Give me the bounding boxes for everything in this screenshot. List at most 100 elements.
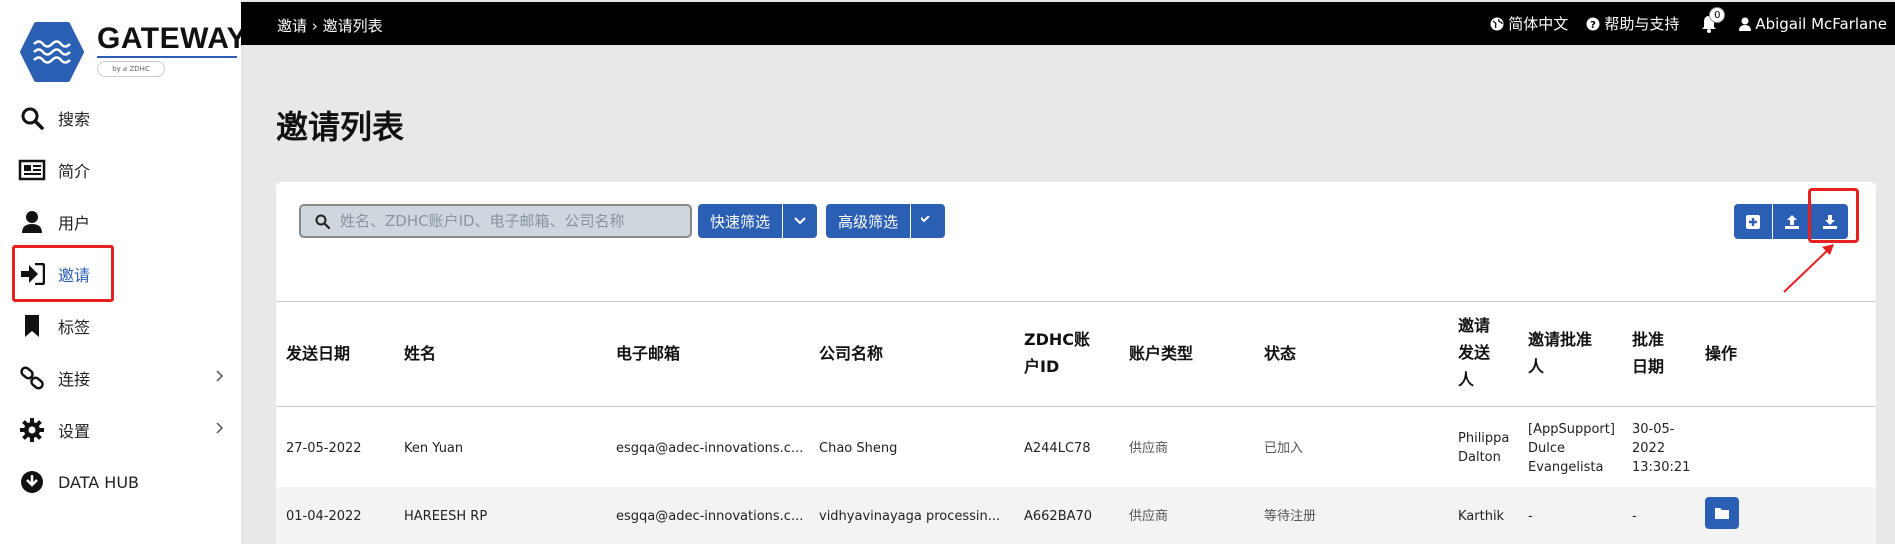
search-input[interactable]	[340, 212, 670, 230]
highlight-box-download	[1808, 188, 1859, 243]
quick-filter-button[interactable]: 快速筛选	[698, 204, 783, 238]
sidebar-item-label: 设置	[58, 422, 91, 441]
sidebar-item-tags[interactable]: 标签	[0, 300, 241, 352]
cell-account-type: 供应商	[1129, 441, 1169, 456]
header-status[interactable]: 状态	[1264, 340, 1296, 367]
quick-filter-toggle[interactable]	[782, 204, 818, 238]
gateway-logo[interactable]: GATEWAY by ⌀ ZDHC	[20, 20, 247, 82]
sidebar-item-users[interactable]: 用户	[0, 196, 241, 248]
sidebar-item-invitations[interactable]: 邀请	[0, 248, 241, 300]
language-label: 简体中文	[1508, 15, 1569, 33]
advanced-filter-button[interactable]: 高级筛选	[826, 204, 911, 238]
cell-name: Ken Yuan	[404, 441, 464, 456]
breadcrumb-separator: ›	[311, 17, 323, 35]
add-invitation-button[interactable]	[1734, 204, 1772, 239]
cell-sent-date: 01-04-2022	[286, 509, 362, 524]
annotation-arrow-icon	[1783, 244, 1834, 293]
sidebar-item-label: DATA HUB	[58, 472, 140, 492]
help-support-link[interactable]: ? 帮助与支持	[1586, 13, 1679, 34]
advanced-filter-dropdown: 高级筛选	[826, 204, 946, 238]
user-name: Abigail McFarlane	[1755, 14, 1887, 33]
upload-icon	[1784, 214, 1799, 229]
cell-approver: -	[1528, 509, 1533, 524]
cell-approver: [AppSupport] Dulce Evangelista	[1528, 422, 1615, 475]
table-top-divider	[276, 301, 1876, 302]
newspaper-icon	[18, 157, 46, 183]
sidebar-item-label: 搜索	[58, 110, 91, 129]
notifications-button[interactable]: 0	[1701, 6, 1726, 33]
sidebar-item-label: 连接	[58, 370, 91, 389]
logo-byline: by ⌀ ZDHC	[97, 61, 165, 77]
advanced-filter-toggle[interactable]	[910, 204, 946, 238]
upload-button[interactable]	[1772, 204, 1810, 239]
search-box[interactable]	[299, 204, 692, 238]
breadcrumb-invitation-list: 邀请列表	[322, 17, 383, 35]
svg-text:?: ?	[1590, 20, 1596, 31]
question-circle-icon: ?	[1586, 17, 1600, 31]
user-menu[interactable]: Abigail McFarlane	[1739, 15, 1887, 33]
gear-icon	[18, 417, 46, 443]
sidebar-item-data-hub[interactable]: DATA HUB	[0, 456, 241, 508]
logo-hex-icon	[20, 22, 84, 82]
help-label: 帮助与支持	[1604, 15, 1680, 33]
notification-count-badge: 0	[1709, 6, 1726, 23]
language-selector[interactable]: 简体中文	[1490, 13, 1568, 34]
cell-approved-date: -	[1632, 509, 1637, 524]
cell-name: HAREESH RP	[404, 509, 488, 524]
cell-sender: Philippa Dalton	[1458, 431, 1510, 465]
chevron-down-icon	[794, 217, 806, 225]
header-company[interactable]: 公司名称	[819, 340, 883, 367]
plus-square-icon	[1746, 214, 1760, 229]
header-invitation-approver[interactable]: 邀请批准人	[1528, 326, 1603, 380]
chevron-right-icon	[216, 422, 224, 434]
quick-filter-dropdown: 快速筛选	[698, 204, 818, 238]
sidebar-item-connections[interactable]: 连接	[0, 352, 241, 404]
header-sent-date[interactable]: 发送日期	[286, 340, 350, 367]
page-title: 邀请列表	[276, 108, 405, 146]
header-invitation-sender[interactable]: 邀请发送人	[1458, 312, 1498, 393]
header-name[interactable]: 姓名	[404, 340, 436, 367]
breadcrumb-invitations[interactable]: 邀请	[277, 17, 307, 35]
user-icon	[18, 209, 46, 235]
header-zdhc-account-id[interactable]: ZDHC账户ID	[1024, 326, 1096, 380]
cell-status: 等待注册	[1264, 509, 1317, 524]
header-email[interactable]: 电子邮箱	[616, 340, 680, 367]
sidebar-item-profile[interactable]: 简介	[0, 144, 241, 196]
sidebar: GATEWAY by ⌀ ZDHC 搜索 简介 用户 邀请 标签 连接 设置 D…	[0, 0, 247, 544]
user-icon	[1739, 17, 1752, 31]
sidebar-item-label: 用户	[58, 214, 91, 233]
sidebar-item-label: 标签	[58, 318, 91, 337]
cell-account-id: A662BA70	[1024, 509, 1093, 524]
cell-email: esgqa@adec-innovations.c...	[616, 509, 804, 524]
chevron-down-icon	[921, 216, 930, 223]
search-icon	[315, 214, 330, 229]
sidebar-item-settings[interactable]: 设置	[0, 404, 241, 456]
logo-underline	[97, 56, 237, 58]
folder-icon	[1715, 508, 1729, 519]
header-account-type[interactable]: 账户类型	[1129, 340, 1193, 367]
chevron-right-icon	[216, 370, 224, 382]
top-bar: 邀请 › 邀请列表 简体中文 ? 帮助与支持 0 Abigail McFarla…	[241, 2, 1895, 45]
invitation-list-card: 快速筛选 高级筛选 发送日期 姓名 电子邮箱 公司名称 ZDHC账户ID 账户类…	[276, 182, 1876, 544]
sidebar-item-label: 简介	[58, 162, 91, 181]
logo-text: GATEWAY	[97, 22, 248, 55]
globe-icon	[1490, 17, 1504, 30]
header-approved-date[interactable]: 批准日期	[1632, 326, 1672, 380]
download-circle-icon	[18, 469, 46, 495]
top-right-menu: 简体中文 ? 帮助与支持 0 Abigail McFarlane	[1472, 2, 1887, 45]
cell-account-id: A244LC78	[1024, 441, 1091, 456]
breadcrumb: 邀请 › 邀请列表	[277, 15, 383, 36]
link-icon	[18, 365, 46, 391]
table-header-divider	[276, 406, 1876, 407]
cell-approved-date: 30-05-2022 13:30:21	[1632, 422, 1691, 475]
cell-sender: Karthik	[1458, 509, 1505, 524]
view-folder-button[interactable]	[1705, 497, 1739, 529]
sign-in-icon	[18, 261, 46, 287]
sidebar-item-search[interactable]: 搜索	[0, 92, 241, 144]
cell-account-type: 供应商	[1129, 509, 1169, 524]
cell-company: vidhyavinayaga processin...	[819, 509, 1001, 524]
cell-company: Chao Sheng	[819, 441, 898, 456]
sidebar-item-label: 邀请	[58, 266, 91, 285]
cell-status: 已加入	[1264, 441, 1304, 456]
sidebar-nav: 搜索 简介 用户 邀请 标签 连接 设置 DATA HUB	[0, 92, 241, 508]
